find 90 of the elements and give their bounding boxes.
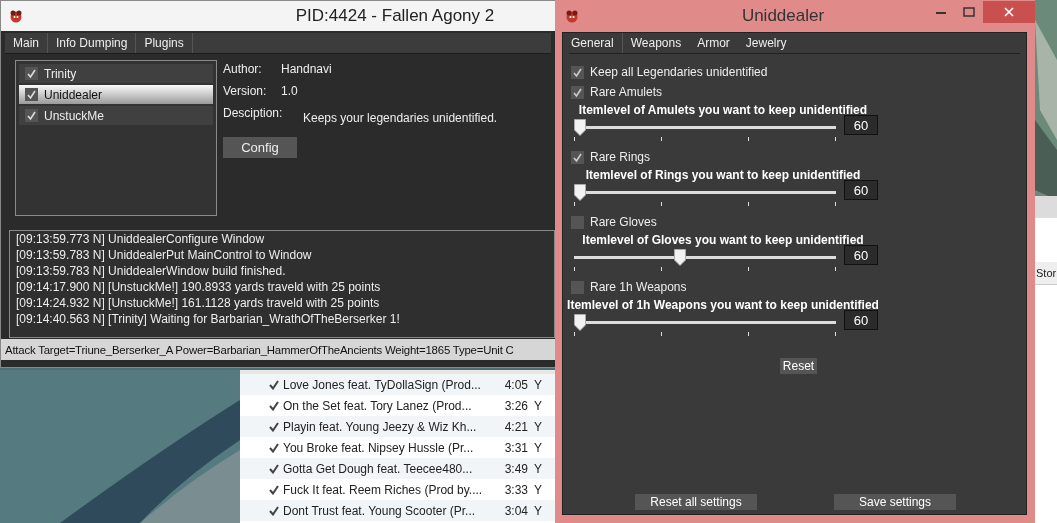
- value-field[interactable]: 60: [844, 245, 878, 265]
- check-icon[interactable]: [269, 400, 279, 411]
- check-icon[interactable]: [269, 421, 279, 432]
- slider-track[interactable]: [574, 184, 836, 208]
- check-icon[interactable]: [269, 484, 279, 495]
- table-cell: Y: [534, 398, 542, 413]
- value-field[interactable]: 60: [844, 115, 878, 135]
- checkbox[interactable]: [25, 67, 38, 80]
- emblem-icon: [565, 9, 579, 23]
- column-header: Stor: [1034, 262, 1057, 285]
- tab[interactable]: Info Dumping: [48, 33, 137, 53]
- slider-track[interactable]: [574, 249, 836, 273]
- log-line: [09:14:24.932 N] [UnstuckMe!] 161.1128 yards traveld with 25 points: [16, 295, 381, 311]
- check-icon[interactable]: [269, 463, 279, 474]
- checkbox-label: Rare Gloves: [590, 215, 657, 229]
- emblem-icon: [9, 9, 23, 23]
- plugin-name: Uniddealer: [44, 87, 103, 102]
- checkbox-label: Rare 1h Weapons: [590, 280, 687, 294]
- slider-thumb[interactable]: [674, 249, 686, 266]
- window-title: PID:4424 - Fallen Agony 2: [294, 6, 496, 26]
- track-time: 4:05: [503, 377, 528, 392]
- table-cell: Y: [534, 503, 542, 518]
- slider-track[interactable]: [574, 119, 836, 143]
- check-icon[interactable]: [269, 442, 279, 453]
- track-title: Fuck It feat. Reem Riches (Prod by....: [283, 482, 484, 497]
- reset-all-button[interactable]: Reset all settings: [635, 494, 757, 510]
- detail-label: Author:: [223, 62, 263, 76]
- track-title: You Broke feat. Nipsey Hussle (Pr...: [283, 440, 475, 455]
- tab[interactable]: Main: [5, 33, 48, 53]
- checkbox[interactable]: [25, 88, 38, 101]
- status-bar: Attack Target=Triune_Berserker_A Power=Barbarian_HammerOfTheAncients Weight=1865 Type=Unit C: [1, 339, 555, 360]
- checkbox[interactable]: [571, 65, 584, 79]
- window-title: Uniddealer: [740, 6, 826, 26]
- track-title: Playin feat. Young Jeezy & Wiz Kh...: [283, 419, 478, 434]
- checkbox[interactable]: [571, 215, 584, 229]
- plugin-name: UnstuckMe: [44, 108, 105, 123]
- config-button[interactable]: Config: [223, 137, 297, 158]
- checkbox-label: Rare Rings: [590, 150, 651, 164]
- detail-label: Version:: [223, 84, 268, 98]
- log-line: [09:14:40.563 N] [Trinity] Waiting for Barbarian_WrathOfTheBerserker 1!: [16, 311, 401, 327]
- track-time: 3:49: [503, 461, 528, 476]
- plugin-item[interactable]: Trinity: [19, 64, 213, 83]
- table-cell: Y: [534, 482, 542, 497]
- log-line: [09:13:59.773 N] UniddealerConfigure Window: [16, 231, 266, 247]
- track-time: 4:21: [503, 419, 528, 434]
- table-cell: Y: [534, 377, 542, 392]
- check-icon[interactable]: [269, 505, 279, 516]
- track-title: On the Set feat. Tory Lanez (Prod...: [283, 398, 473, 413]
- log-line: [09:14:17.900 N] [UnstuckMe!] 190.8933 yards traveld with 25 points: [16, 279, 382, 295]
- value-field[interactable]: 60: [844, 180, 878, 200]
- track-title: Gotta Get Dough feat. Teecee480...: [283, 461, 474, 476]
- detail-value: 1.0: [281, 84, 299, 98]
- checkbox-label: Rare Amulets: [590, 85, 663, 99]
- track-title: Dont Trust feat. Young Scooter (Pr...: [283, 503, 477, 518]
- detail-value: Handnavi: [281, 62, 333, 76]
- checkbox[interactable]: [25, 109, 38, 122]
- track-time: 3:33: [503, 482, 528, 497]
- checkbox[interactable]: [571, 150, 584, 164]
- track-time: 3:26: [503, 398, 528, 413]
- log-line: [09:13:59.783 N] UniddealerWindow build finished.: [16, 263, 287, 279]
- tab[interactable]: Plugins: [136, 33, 193, 53]
- detail-value: Keeps your legendaries unidentified.: [302, 111, 498, 125]
- checkbox[interactable]: [571, 85, 584, 99]
- table-cell: Y: [534, 461, 542, 476]
- checkbox[interactable]: [571, 280, 584, 294]
- value-field[interactable]: 60: [844, 310, 878, 330]
- tab[interactable]: Armor: [689, 33, 738, 53]
- save-button[interactable]: Save settings: [834, 494, 956, 510]
- track-time: 3:04: [503, 503, 528, 518]
- reset-button[interactable]: Reset: [779, 358, 818, 374]
- table-cell: Y: [534, 419, 542, 434]
- log-line: [09:13:59.783 N] UniddealerPut MainControl to Window: [16, 247, 313, 263]
- plugin-item[interactable]: Uniddealer: [19, 85, 213, 104]
- track-title: Love Jones feat. TyDollaSign (Prod...: [283, 377, 482, 392]
- plugin-item[interactable]: UnstuckMe: [19, 106, 213, 125]
- track-time: 3:31: [503, 440, 528, 455]
- detail-label: Desciption:: [223, 106, 281, 122]
- check-icon[interactable]: [269, 379, 279, 390]
- checkbox-label: Keep all Legendaries unidentified: [590, 65, 768, 79]
- slider-track[interactable]: [574, 314, 836, 338]
- maximize-icon: [963, 7, 975, 17]
- tab[interactable]: General: [569, 33, 623, 53]
- tab[interactable]: Weapons: [622, 33, 690, 53]
- table-cell: Y: [534, 440, 542, 455]
- slider-thumb[interactable]: [574, 119, 586, 136]
- tab[interactable]: Jewelry: [737, 33, 795, 53]
- slider-thumb[interactable]: [574, 314, 586, 331]
- slider-thumb[interactable]: [574, 184, 586, 201]
- plugin-name: Trinity: [44, 66, 77, 81]
- close-icon: [1004, 7, 1014, 17]
